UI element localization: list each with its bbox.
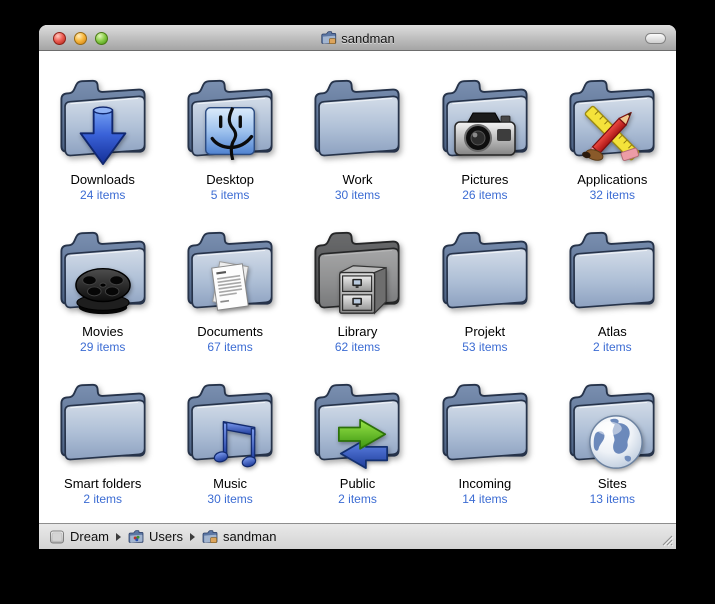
folder-label: Pictures: [461, 172, 508, 187]
folder-icon: [433, 222, 537, 316]
close-button[interactable]: [53, 32, 66, 45]
zoom-button[interactable]: [95, 32, 108, 45]
folder-item-pictures[interactable]: Pictures 26 items: [421, 62, 548, 214]
folder-item-sites[interactable]: Sites 13 items: [549, 366, 676, 518]
folder-label: Desktop: [206, 172, 254, 187]
finder-window: sandman Downloads 24 items Desktop 5 ite: [39, 25, 676, 549]
folder-icon: [560, 222, 664, 316]
window-controls: [53, 25, 108, 51]
path-segment-label: Users: [149, 529, 183, 544]
users-folder-icon: [128, 529, 144, 545]
folder-icon: [51, 374, 155, 468]
folder-label: Smart folders: [64, 476, 141, 491]
folder-item-count: 2 items: [338, 492, 377, 506]
folder-item-count: 13 items: [590, 492, 635, 506]
path-segment-users[interactable]: Users: [128, 529, 183, 545]
window-titlebar[interactable]: sandman: [39, 25, 676, 51]
folder-icon-view: Downloads 24 items Desktop 5 items Work …: [39, 52, 676, 523]
folder-label: Projekt: [465, 324, 505, 339]
camera-icon: [452, 107, 518, 163]
file-cabinet-icon: [330, 259, 392, 319]
globe-icon: [586, 412, 646, 472]
folder-label: Sites: [598, 476, 627, 491]
folder-label: Incoming: [459, 476, 512, 491]
folder-item-applications[interactable]: Applications 32 items: [549, 62, 676, 214]
folder-item-count: 62 items: [335, 340, 380, 354]
folder-item-atlas[interactable]: Atlas 2 items: [549, 214, 676, 366]
breadcrumb-separator-icon: [190, 533, 195, 541]
folder-label: Public: [340, 476, 375, 491]
path-segment-sandman[interactable]: sandman: [202, 529, 276, 545]
folder-item-downloads[interactable]: Downloads 24 items: [39, 62, 166, 214]
folder-item-count: 29 items: [80, 340, 125, 354]
folder-item-count: 2 items: [83, 492, 122, 506]
documents-pages-icon: [202, 258, 258, 316]
folder-item-count: 53 items: [462, 340, 507, 354]
folder-item-count: 30 items: [335, 188, 380, 202]
path-bar: Dream Users sandman: [39, 523, 676, 549]
path-segment-label: sandman: [223, 529, 276, 544]
finder-face-icon: [202, 104, 258, 160]
folder-icon: [305, 70, 409, 164]
hard-disk-icon: [49, 529, 65, 545]
folder-label: Work: [342, 172, 372, 187]
folder-item-count: 5 items: [211, 188, 250, 202]
folder-item-count: 67 items: [207, 340, 252, 354]
home-folder-icon[interactable]: [320, 30, 336, 46]
folder-item-public[interactable]: Public 2 items: [294, 366, 421, 518]
folder-item-count: 32 items: [590, 188, 635, 202]
download-arrow-icon: [75, 104, 131, 170]
folder-icon: [433, 374, 537, 468]
path-segment-label: Dream: [70, 529, 109, 544]
home-folder-icon: [202, 529, 218, 545]
music-notes-icon: [207, 412, 261, 468]
resize-grip[interactable]: [660, 533, 674, 547]
folder-item-work[interactable]: Work 30 items: [294, 62, 421, 214]
folder-item-count: 30 items: [207, 492, 252, 506]
folder-item-library[interactable]: Library 62 items: [294, 214, 421, 366]
folder-item-projekt[interactable]: Projekt 53 items: [421, 214, 548, 366]
folder-label: Library: [338, 324, 378, 339]
folder-label: Applications: [577, 172, 647, 187]
folder-label: Music: [213, 476, 247, 491]
folder-label: Atlas: [598, 324, 627, 339]
breadcrumb-separator-icon: [116, 533, 121, 541]
toolbar-toggle-button[interactable]: [645, 33, 666, 44]
folder-item-documents[interactable]: Documents 67 items: [166, 214, 293, 366]
transfer-arrows-icon: [332, 414, 394, 470]
desktop-background: sandman Downloads 24 items Desktop 5 ite: [0, 0, 715, 604]
design-tools-icon: [579, 104, 645, 166]
folder-item-smart-folders[interactable]: Smart folders 2 items: [39, 366, 166, 518]
folder-item-count: 14 items: [462, 492, 507, 506]
folder-label: Documents: [197, 324, 263, 339]
title-area: sandman: [320, 25, 394, 51]
folder-label: Downloads: [71, 172, 135, 187]
folder-item-movies[interactable]: Movies 29 items: [39, 214, 166, 366]
window-title: sandman: [341, 31, 394, 46]
folder-item-count: 2 items: [593, 340, 632, 354]
folder-item-music[interactable]: Music 30 items: [166, 366, 293, 518]
folder-label: Movies: [82, 324, 123, 339]
film-reel-icon: [70, 259, 136, 317]
path-segment-dream[interactable]: Dream: [49, 529, 109, 545]
folder-item-count: 26 items: [462, 188, 507, 202]
folder-item-desktop[interactable]: Desktop 5 items: [166, 62, 293, 214]
minimize-button[interactable]: [74, 32, 87, 45]
folder-item-incoming[interactable]: Incoming 14 items: [421, 366, 548, 518]
folder-item-count: 24 items: [80, 188, 125, 202]
